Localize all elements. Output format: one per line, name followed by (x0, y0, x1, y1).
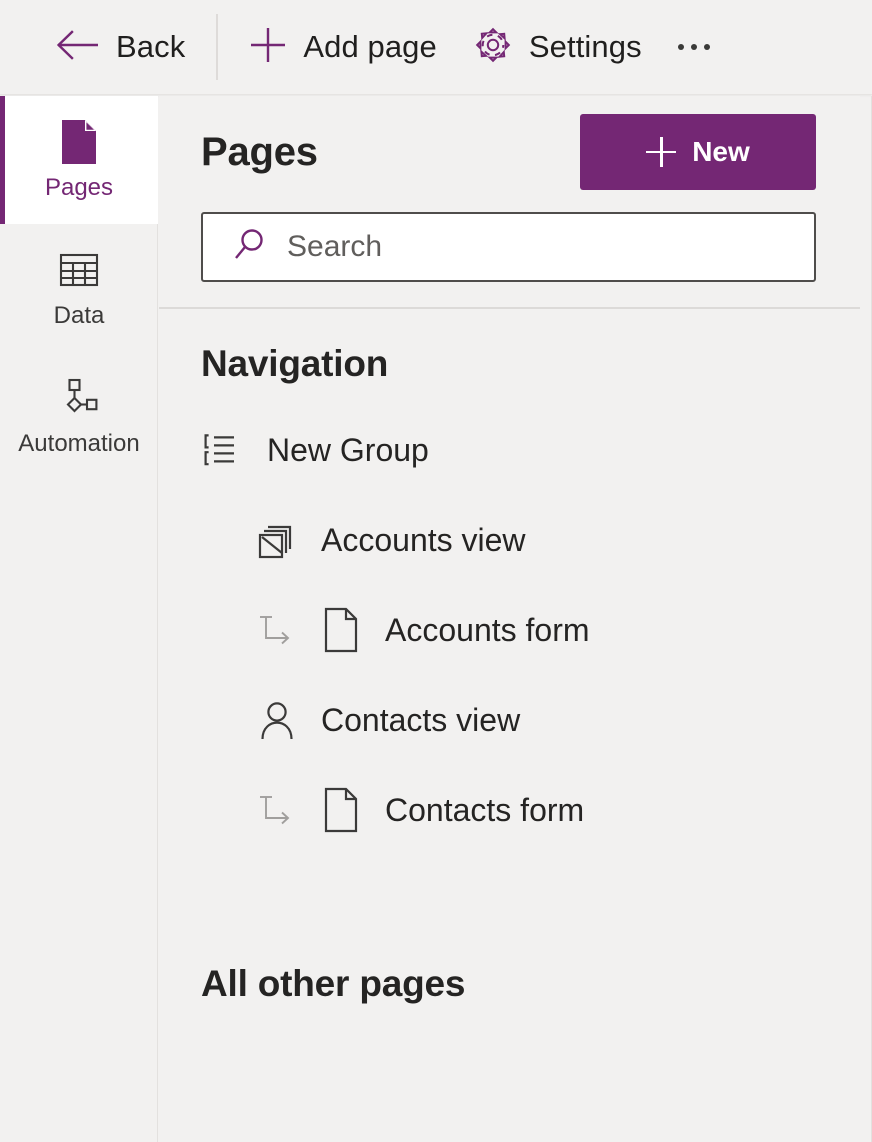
form-page-icon (321, 786, 361, 834)
sidebar-item-label: Automation (18, 430, 140, 457)
search-input[interactable] (287, 214, 814, 280)
person-icon (255, 698, 299, 742)
back-button[interactable]: Back (56, 0, 185, 95)
sidebar-item-pages[interactable]: Pages (0, 96, 158, 224)
tree-branch-icon (255, 608, 299, 652)
settings-button[interactable]: Settings (473, 0, 642, 95)
tree-item-contacts-form[interactable]: Contacts form (201, 765, 818, 855)
tree-item-new-group[interactable]: New Group (201, 405, 818, 495)
tree-item-label: Accounts view (321, 521, 526, 558)
sidebar-item-label: Data (53, 302, 105, 329)
new-button[interactable]: New (580, 114, 816, 190)
sidebar-item-label: Pages (44, 174, 114, 201)
flow-icon (57, 376, 101, 420)
settings-label: Settings (528, 29, 642, 64)
tree-item-label: Contacts form (385, 791, 585, 828)
plus-icon (646, 137, 677, 167)
tree-item-contacts-view[interactable]: Contacts view (201, 675, 818, 765)
pages-pane: Pages New Navig (159, 96, 860, 1142)
search-box[interactable] (201, 212, 816, 282)
page-title: Pages (201, 129, 318, 174)
ellipsis-dot (690, 44, 697, 50)
left-rail: Pages Data Automation (0, 96, 158, 1142)
ellipsis-dot (703, 44, 710, 50)
navigation-tree: New Group Accounts view Accounts form Co… (201, 405, 818, 855)
more-options-button[interactable] (677, 0, 710, 95)
tree-item-accounts-form[interactable]: Accounts form (201, 585, 818, 675)
navigation-section: Navigation New Group Accounts view Accou… (159, 343, 860, 1005)
sidebar-item-automation[interactable]: Automation (0, 352, 158, 480)
add-page-button[interactable]: Add page (249, 0, 437, 95)
tree-item-label: Accounts form (385, 611, 590, 648)
search-area (159, 190, 860, 282)
new-button-label: New (692, 136, 750, 167)
section-divider (159, 307, 860, 309)
command-bar-divider (216, 14, 219, 80)
form-page-icon (321, 606, 361, 654)
ellipsis-dot (677, 44, 684, 50)
table-icon (57, 248, 101, 292)
back-label: Back (116, 29, 186, 64)
pane-header: Pages New (159, 96, 860, 190)
plus-icon (249, 26, 287, 69)
tree-item-label: New Group (267, 431, 429, 468)
tree-branch-icon (255, 788, 299, 832)
gear-icon (473, 25, 513, 70)
page-icon (57, 120, 101, 164)
tree-item-accounts-view[interactable]: Accounts view (201, 495, 818, 585)
page-designer-window: Back Add page Settings Pages Data Automa… (0, 0, 872, 1142)
search-icon (231, 226, 269, 269)
command-bar: Back Add page Settings (0, 0, 872, 95)
sidebar-item-data[interactable]: Data (0, 224, 158, 352)
navigation-heading: Navigation (201, 343, 389, 384)
arrow-left-icon (56, 28, 100, 67)
tree-item-label: Contacts view (321, 701, 521, 738)
view-pages-icon (255, 518, 299, 562)
group-list-icon (201, 428, 245, 472)
add-page-label: Add page (303, 29, 437, 64)
all-other-pages-heading: All other pages (201, 963, 466, 1004)
